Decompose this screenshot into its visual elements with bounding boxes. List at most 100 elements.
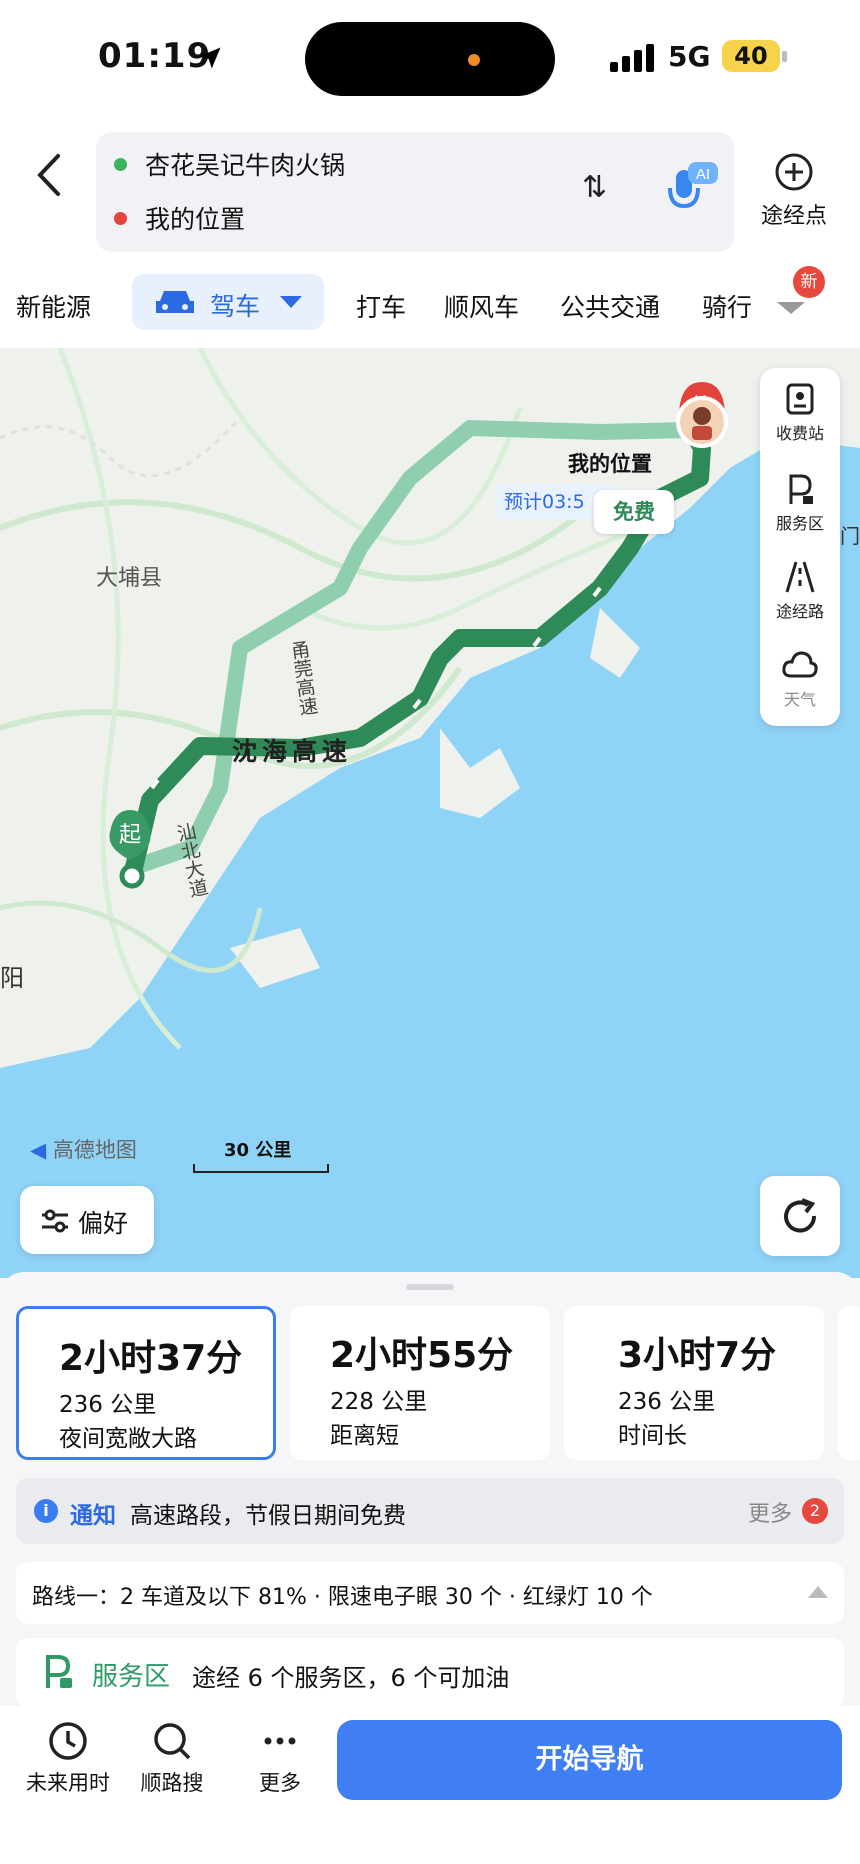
tool-toll-station[interactable]: 收费站 xyxy=(760,382,840,444)
service-area-label: 服务区 xyxy=(92,1662,171,1692)
back-arrow-icon[interactable] xyxy=(30,150,70,200)
road-label-shenhai: 沈海高速 xyxy=(232,737,353,766)
tool-via-road[interactable]: 途经路 xyxy=(760,560,840,622)
tool-label: 天气 xyxy=(783,690,816,709)
along-route-search-label: 顺路搜 xyxy=(140,1771,204,1795)
county-label: 大埔县 xyxy=(96,566,163,591)
cellular-signal-icon xyxy=(610,44,654,72)
tab-carpool[interactable]: 顺风车 xyxy=(444,288,519,324)
map-side-tools: 收费站 服务区 途经路 天气 xyxy=(760,368,840,726)
network-type: 5G xyxy=(668,40,711,73)
start-point xyxy=(119,863,145,889)
travel-mode-tabs: 新能源 驾车 打车 顺风车 公共交通 骑行 新 xyxy=(0,260,860,348)
route-input-box[interactable]: 杏花吴记牛肉火锅 我的位置 ⇅ AI xyxy=(96,132,734,252)
route-detail-text: 路线一：2 车道及以下 81% · 限速电子眼 30 个 · 红绿灯 10 个 xyxy=(32,1585,653,1610)
route-options-panel: 2小时37分 236 公里 夜间宽敞大路 2小时55分 228 公里 距离短 3… xyxy=(0,1272,860,1708)
future-time-button[interactable]: 未来用时 xyxy=(18,1720,118,1797)
notice-text: 高速路段，节假日期间免费 xyxy=(130,1503,406,1529)
waypoint-label: 途经点 xyxy=(760,204,827,229)
route-tag: 距离短 xyxy=(330,1423,399,1449)
swap-icon[interactable]: ⇅ xyxy=(582,170,607,205)
status-time: 01:19 xyxy=(98,36,212,76)
start-marker-text: 起 xyxy=(119,823,141,848)
minor-road xyxy=(197,348,523,546)
chevron-up-icon[interactable] xyxy=(808,1586,828,1598)
toll-station-icon xyxy=(786,383,814,415)
route-distance: 236 公里 xyxy=(618,1389,716,1415)
preference-button[interactable]: 偏好 xyxy=(20,1186,154,1254)
notice-more[interactable]: 更多 xyxy=(748,1496,792,1528)
destination-text: 我的位置 xyxy=(145,205,246,234)
route-detail-row[interactable]: 路线一：2 车道及以下 81% · 限速电子眼 30 个 · 红绿灯 10 个 xyxy=(16,1562,844,1624)
tab-drive[interactable]: 驾车 xyxy=(132,274,324,330)
route-tag: 时间长 xyxy=(618,1423,687,1449)
tool-label: 服务区 xyxy=(775,514,824,533)
service-area-row[interactable]: 服务区 途经 6 个服务区，6 个可加油 xyxy=(16,1638,844,1708)
info-icon: i xyxy=(34,1499,58,1523)
notice-bar[interactable]: i 通知 高速路段，节假日期间免费 更多 2 xyxy=(16,1478,844,1544)
route-duration: 3小时7分 xyxy=(618,1335,777,1376)
amap-logo-text: 高德地图 xyxy=(52,1138,137,1162)
map-edge-label-right: 门 xyxy=(840,524,860,548)
location-arrow-icon xyxy=(199,47,221,69)
more-button[interactable]: 更多 xyxy=(230,1720,330,1797)
my-location-label: 我的位置 xyxy=(568,452,652,476)
future-time-label: 未来用时 xyxy=(26,1771,110,1795)
route-option-card[interactable]: 3小时7分 236 公里 时间长 xyxy=(564,1306,824,1460)
battery-tip xyxy=(782,51,787,62)
along-route-search-button[interactable]: 顺路搜 xyxy=(122,1720,222,1797)
destination-row[interactable]: 我的位置 xyxy=(114,198,245,238)
route-duration: 2小时55分 xyxy=(330,1335,514,1376)
route-distance: 228 公里 xyxy=(330,1389,428,1415)
sliders-icon xyxy=(42,1209,68,1233)
service-area-icon xyxy=(789,474,813,504)
panel-drag-handle[interactable] xyxy=(406,1284,454,1290)
amap-logo-icon: ◀ xyxy=(30,1138,47,1162)
privacy-dot xyxy=(468,54,480,66)
via-road-icon xyxy=(785,561,815,593)
battery-level: 40 xyxy=(722,40,780,72)
refresh-icon xyxy=(784,1198,817,1233)
minor-road xyxy=(0,417,242,478)
scale-label: 30 公里 xyxy=(224,1140,292,1161)
free-tag: 免费 xyxy=(594,490,674,534)
tab-drive-label: 驾车 xyxy=(210,292,261,321)
bottom-action-bar: 未来用时 顺路搜 更多 开始导航 xyxy=(0,1706,860,1864)
more-dots-icon xyxy=(264,1737,296,1745)
car-icon xyxy=(156,291,194,313)
route-header: 杏花吴记牛肉火锅 我的位置 ⇅ AI 途经点 xyxy=(0,120,860,260)
map-edge-label: 阳 xyxy=(0,964,24,992)
new-badge: 新 xyxy=(793,266,825,298)
tool-label: 途经路 xyxy=(775,602,824,621)
tool-service-area[interactable]: 服务区 xyxy=(760,472,840,534)
refresh-route-button[interactable] xyxy=(760,1176,840,1256)
route-option-card[interactable]: 2小时37分 236 公里 夜间宽敞大路 xyxy=(16,1306,276,1460)
tab-bike[interactable]: 骑行 xyxy=(702,288,752,324)
start-navigation-button[interactable]: 开始导航 xyxy=(337,1720,842,1800)
minor-road xyxy=(57,348,182,1050)
plus-circle-icon xyxy=(775,153,813,191)
cloud-icon xyxy=(782,651,818,678)
dynamic-island xyxy=(305,22,555,96)
route-option-card[interactable]: 2小时55分 228 公里 距离短 xyxy=(290,1306,550,1460)
status-bar: 01:19 5G 40 xyxy=(0,0,860,120)
destination-dot xyxy=(114,211,127,225)
route-map[interactable]: 起 终 大埔县 阳 门 我的位置 预计03:5 免费 沈海高速 甬莞高速 汕北大… xyxy=(0,348,860,1278)
add-waypoint-button[interactable]: 途经点 xyxy=(752,152,836,230)
route-tag: 夜间宽敞大路 xyxy=(59,1426,197,1452)
chevron-down-icon xyxy=(280,296,302,308)
tool-weather[interactable]: 天气 xyxy=(760,648,840,710)
origin-row[interactable]: 杏花吴记牛肉火锅 xyxy=(114,144,345,184)
tab-transit[interactable]: 公共交通 xyxy=(560,288,660,324)
route-duration: 2小时37分 xyxy=(59,1338,243,1379)
tab-new-energy[interactable]: 新能源 xyxy=(16,288,91,324)
tool-label: 收费站 xyxy=(775,424,824,443)
amap-logo: ◀ 高德地图 xyxy=(30,1134,137,1164)
route-option-card-partial[interactable] xyxy=(838,1306,860,1460)
preference-label: 偏好 xyxy=(78,1209,129,1238)
search-icon xyxy=(154,1723,191,1760)
tab-taxi[interactable]: 打车 xyxy=(356,288,406,324)
notice-count-badge: 2 xyxy=(802,1498,828,1524)
clock-icon xyxy=(49,1722,87,1760)
ai-voice-icon[interactable]: AI xyxy=(662,160,722,220)
